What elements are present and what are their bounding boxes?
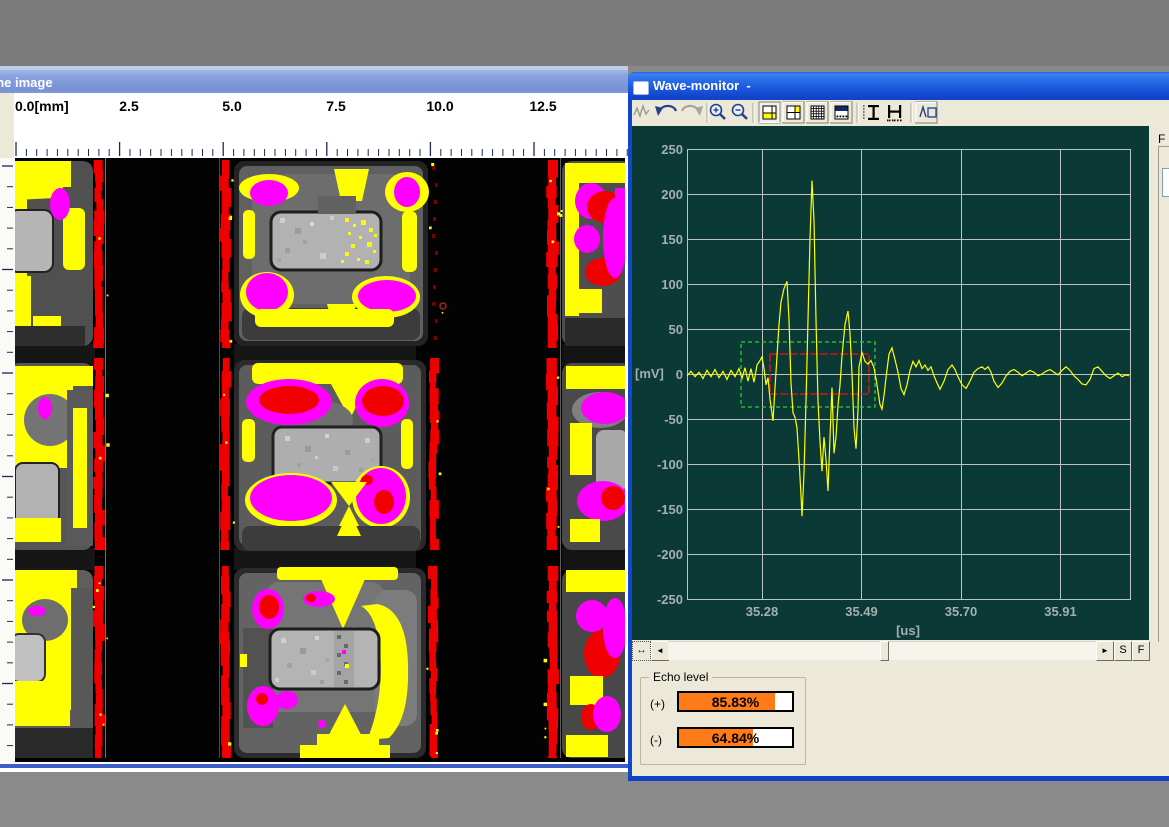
svg-text:35.91: 35.91 [1044,604,1077,619]
svg-text:[mV]: [mV] [635,366,664,381]
svg-text:-50: -50 [664,412,683,427]
svg-text:0: 0 [676,367,683,382]
svg-text:50: 50 [669,322,683,337]
svg-text:150: 150 [661,232,683,247]
svg-text:200: 200 [661,187,683,202]
svg-text:250: 250 [661,142,683,157]
svg-text:100: 100 [661,277,683,292]
svg-text:-200: -200 [657,547,683,562]
svg-text:35.49: 35.49 [845,604,878,619]
svg-text:[us]: [us] [896,623,920,638]
svg-text:35.70: 35.70 [945,604,978,619]
svg-text:-150: -150 [657,502,683,517]
svg-text:35.28: 35.28 [746,604,779,619]
svg-text:-250: -250 [657,592,683,607]
svg-text:-100: -100 [657,457,683,472]
